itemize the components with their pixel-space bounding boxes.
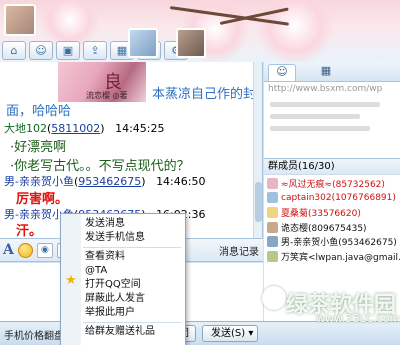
shake-icon[interactable]: ◉: [36, 242, 53, 258]
blossom-decoration: [255, 0, 335, 62]
message-text: 本蒸凉自己作的封: [152, 87, 257, 102]
watermark-logo: [262, 286, 286, 310]
tab-files-icon[interactable]: ▦: [312, 64, 340, 81]
chat-history[interactable]: 良 流恋樱 ◎著 本蒸凉自己作的封 面，哈哈哈 大地102(5811002) 1…: [0, 62, 263, 239]
context-menu: 发送消息 发送手机信息 查看资料 @TA ★ 打开QQ空间 屏蔽此人发言 举报此…: [60, 213, 186, 345]
send-button[interactable]: 发送(S) ▾: [202, 325, 258, 342]
video-icon[interactable]: ▣: [56, 40, 80, 60]
message-text: 面，哈哈哈: [6, 104, 72, 119]
avatar: [267, 250, 278, 262]
user-icon[interactable]: ☺: [29, 40, 53, 60]
member-avatar[interactable]: [128, 28, 158, 58]
menu-item-open-qzone[interactable]: 打开QQ空间: [85, 279, 141, 291]
right-panel: ☺ ▦ http://www.bsxm.com/wp 群成员(16/30) ≈风…: [264, 62, 400, 321]
panel-tabs: ☺ ▦: [264, 62, 400, 82]
message-time: 14:46:50: [156, 175, 206, 188]
poster-caption: 流恋樱 ◎著: [86, 91, 128, 100]
share-icon[interactable]: ⇪: [83, 40, 107, 60]
message-header: 男-亲亲贺小鱼(953462675) 14:46:50: [4, 175, 206, 188]
avatar: [267, 192, 278, 204]
message-text: 厉害啊。: [16, 192, 69, 207]
member-row[interactable]: 夏桑菊(33576620): [264, 205, 400, 220]
window-header: ⌂ ☺ ▣ ⇪ ▦ ♫ ⚙: [0, 0, 400, 62]
tab-members-icon[interactable]: ☺: [268, 64, 296, 81]
emoji-icon[interactable]: [17, 242, 33, 258]
sender-qq[interactable]: 953462675: [78, 175, 141, 188]
notice-text: [270, 126, 370, 131]
message-text: 汗。: [16, 224, 43, 239]
sender-name[interactable]: 男-亲亲贺小鱼: [4, 175, 74, 188]
notice-text: [270, 114, 360, 119]
group-avatar[interactable]: [4, 4, 36, 36]
sender-name[interactable]: 大地102: [4, 122, 47, 135]
menu-item-send-sms[interactable]: 发送手机信息: [85, 232, 145, 244]
menu-separator: [83, 322, 181, 323]
avatar: [267, 206, 278, 218]
member-list: ≈风过无痕≈(85732562) captain302(1076766891) …: [264, 176, 400, 264]
menu-item-block[interactable]: 屏蔽此人发言: [85, 293, 145, 305]
menu-item-send-gift[interactable]: 给群友赠送礼品: [85, 326, 155, 338]
message-text: ·好漂亮啊: [10, 140, 67, 155]
member-avatar[interactable]: [176, 28, 206, 58]
menu-item-send-message[interactable]: 发送消息: [85, 218, 125, 230]
message-time: 14:45:25: [115, 122, 165, 135]
message-header: 大地102(5811002) 14:45:25: [4, 122, 165, 135]
menu-separator: [83, 247, 181, 248]
message-text: ·你老写古代。。不写点现代的？: [10, 159, 190, 174]
member-row[interactable]: 诡态樱(809675435): [264, 220, 400, 235]
members-header: 群成员(16/30): [264, 158, 400, 175]
message-history-button[interactable]: 消息记录: [219, 243, 259, 258]
group-notice: http://www.bsxm.com/wp: [268, 84, 383, 94]
scroll-thumb[interactable]: [255, 182, 262, 222]
sender-qq[interactable]: 5811002: [51, 122, 100, 135]
header-toolbar: ⌂ ☺ ▣ ⇪ ▦ ♫ ⚙: [2, 40, 188, 60]
member-row[interactable]: 男-亲亲贺小鱼(953462675): [264, 234, 400, 249]
avatar: [267, 221, 278, 233]
menu-item-report[interactable]: 举报此用户: [85, 307, 135, 319]
avatar: [267, 236, 278, 248]
home-icon[interactable]: ⌂: [2, 40, 26, 60]
member-row[interactable]: captain302(1076766891): [264, 191, 400, 206]
chat-scrollbar[interactable]: [253, 62, 262, 238]
menu-item-view-profile[interactable]: 查看资料: [85, 251, 125, 263]
member-row[interactable]: 万笑宾<lwpan.java@gmail.c...: [264, 249, 400, 264]
menu-item-mention[interactable]: @TA: [85, 265, 107, 277]
notice-text: [270, 102, 380, 107]
watermark-url: www.33LC.com: [316, 312, 400, 325]
avatar: [267, 177, 278, 189]
font-icon[interactable]: A: [3, 242, 14, 258]
member-row[interactable]: ≈风过无痕≈(85732562): [264, 176, 400, 191]
star-icon: ★: [65, 273, 77, 288]
